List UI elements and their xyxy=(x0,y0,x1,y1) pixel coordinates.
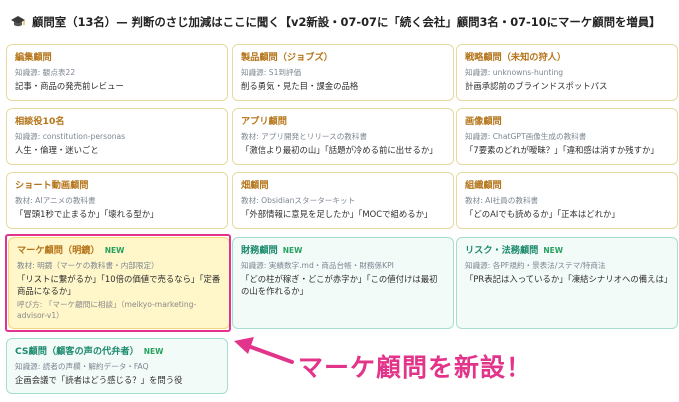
advisor-source: 教材: アプリ開発とリリースの教科書 xyxy=(241,132,368,141)
advisor-role: 人生・倫理・迷いごと xyxy=(15,145,99,155)
advisor-card-strategy[interactable]: 戦略顧問（未知の狩人） 知識源: unknowns-hunting 計画承認前の… xyxy=(456,44,678,101)
advisor-name: CS顧問（顧客の声の代弁者） NEW xyxy=(15,346,164,357)
advisor-card-app[interactable]: アプリ顧問 教材: アプリ開発とリリースの教科書 「激信より最初の山」「話題が冷… xyxy=(232,108,454,165)
advisor-source: 知識源: 観点表22 xyxy=(15,68,76,77)
advisor-card-editorial[interactable]: 編集顧問 知識源: 観点表22 記事・商品の発売前レビュー xyxy=(6,44,228,101)
advisor-role: 企画会議で「読者はどう感じる？」を問う役 xyxy=(15,375,183,385)
advisor-role: 「リストに繋がるか」「10倍の価値で売るなら」「定番商品になるか」 xyxy=(17,274,221,296)
advisor-name: 畑顧問 xyxy=(241,180,269,191)
advisor-name: 画像顧問 xyxy=(465,116,502,127)
advisor-card-cs[interactable]: CS顧問（顧客の声の代弁者） NEW 知識源: 読者の声欄・解約データ・FAQ 企… xyxy=(6,338,228,394)
advisor-role: 「外部情報に意見を足したか」「MOCで組めるか」 xyxy=(241,209,433,219)
advisor-card-organization[interactable]: 組織顧問 教材: AI社員の教科書 「どのAIでも読めるか」「正本はどれか」 xyxy=(456,172,678,229)
advisor-name: 相談役10名 xyxy=(15,116,65,127)
advisor-name: 製品顧問（ジョブズ） xyxy=(241,52,333,63)
advisor-card-marketing[interactable]: マーケ顧問（明鏡） NEW 教材: 明鏡（マーケの教科書・内部限定） 「リストに繋… xyxy=(8,237,230,329)
advisor-source: 知識源: 読者の声欄・解約データ・FAQ xyxy=(15,362,149,371)
advisor-name: 組織顧問 xyxy=(465,180,502,191)
graduation-cap-icon xyxy=(11,16,25,27)
page-title: 顧問室（13名）— 判断のさじ加減はここに聞く【v2新設・07-07に「続く会社… xyxy=(32,15,661,29)
advisor-role: 削る勇気・見た目・課金の品格 xyxy=(241,81,359,91)
advisor-source: 知識源: constitution-personas xyxy=(15,132,126,141)
page-header: 顧問室（13名）— 判断のさじ加減はここに聞く【v2新設・07-07に「続く会社… xyxy=(10,12,675,32)
advisor-source: 教材: Obsidianスターターキット xyxy=(241,196,356,205)
advisor-name: アプリ顧問 xyxy=(241,116,287,127)
new-badge: NEW xyxy=(282,246,303,255)
advisor-source: 教材: AI社員の教科書 xyxy=(465,196,539,205)
advisor-name: ショート動画顧問 xyxy=(15,180,89,191)
advisor-role: 「PR表記は入っているか」「凍結シナリオへの備えは」 xyxy=(465,274,673,284)
advisor-source: 知識源: unknowns-hunting xyxy=(465,68,564,77)
advisor-card-short-video[interactable]: ショート動画顧問 教材: AIアニメの教科書 「冒頭1秒で止まるか」「壊れる型か… xyxy=(6,172,228,229)
advisor-card-image[interactable]: 画像顧問 知識源: ChatGPT画像生成の教科書 「7要素のどれが曖昧？」「違… xyxy=(456,108,678,165)
advisor-card-finance[interactable]: 財務顧問 NEW 知識源: 実績数字.md・商品台帳・財務係KPI 「どの柱が稼ぎ… xyxy=(232,237,454,329)
advisor-name: リスク・法務顧問 NEW xyxy=(465,245,564,256)
advisor-role: 「どのAIでも読めるか」「正本はどれか」 xyxy=(465,209,620,219)
advisor-card-counselors[interactable]: 相談役10名 知識源: constitution-personas 人生・倫理・… xyxy=(6,108,228,165)
advisor-source: 知識源: 実績数字.md・商品台帳・財務係KPI xyxy=(241,261,394,270)
advisor-role: 記事・商品の発売前レビュー xyxy=(15,81,124,91)
advisor-name: マーケ顧問（明鏡） NEW xyxy=(17,245,125,256)
advisor-role: 「7要素のどれが曖昧？」「違和感は消すか残すか」 xyxy=(465,145,659,155)
callout-text: マーケ顧問を新設！ xyxy=(298,353,533,382)
advisor-role: 「激信より最初の山」「話題が冷める前に出せるか」 xyxy=(241,145,438,155)
new-badge: NEW xyxy=(543,246,564,255)
new-badge: NEW xyxy=(143,347,164,356)
advisor-call-phrase: 呼び方: 「マーケ顧問に相談」（meikyo-marketing-advisor… xyxy=(17,300,197,320)
advisor-name: 戦略顧問（未知の狩人） xyxy=(465,52,567,63)
advisor-source: 教材: AIアニメの教科書 xyxy=(15,196,96,205)
advisor-card-risk-legal[interactable]: リスク・法務顧問 NEW 知識源: 各PF規約・景表法/ステマ/特商法 「PR表記… xyxy=(456,237,678,329)
advisor-role: 「どの柱が稼ぎ・どこが赤字か」「この値付けは最初の山を作れるか」 xyxy=(241,274,438,296)
new-badge: NEW xyxy=(104,246,125,255)
advisor-name: 編集顧問 xyxy=(15,52,52,63)
advisor-name: 財務顧問 NEW xyxy=(241,245,303,256)
advisor-role: 「冒頭1秒で止まるか」「壊れる型か」 xyxy=(15,209,159,219)
advisor-role: 計画承認前のブラインドスポットパス xyxy=(465,81,608,91)
advisor-source: 知識源: ChatGPT画像生成の教科書 xyxy=(465,132,587,141)
advisor-source: 知識源: S1到評価 xyxy=(241,68,302,77)
advisor-card-product[interactable]: 製品顧問（ジョブズ） 知識源: S1到評価 削る勇気・見た目・課金の品格 xyxy=(232,44,454,101)
advisor-source: 知識源: 各PF規約・景表法/ステマ/特商法 xyxy=(465,261,606,270)
advisor-source: 教材: 明鏡（マーケの教科書・内部限定） xyxy=(17,261,159,270)
advisor-card-field[interactable]: 畑顧問 教材: Obsidianスターターキット 「外部情報に意見を足したか」「… xyxy=(232,172,454,229)
